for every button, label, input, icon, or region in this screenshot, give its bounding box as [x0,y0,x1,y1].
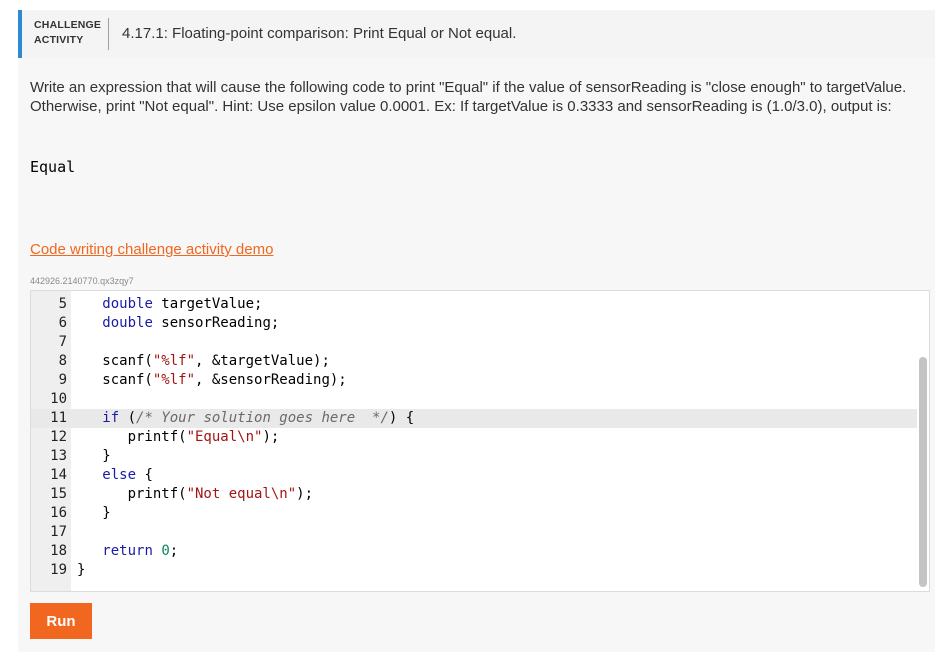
code-line[interactable]: 10 [31,390,917,409]
instructions-text: Write an expression that will cause the … [30,78,910,116]
code-line[interactable]: 11 if (/* Your solution goes here */) { [31,409,917,428]
header-divider [108,18,109,50]
code-text[interactable]: if (/* Your solution goes here */) { [77,409,414,428]
editor-scrollbar[interactable] [919,357,927,587]
code-line[interactable]: 19} [31,561,917,580]
code-line[interactable]: 5 double targetValue; [31,295,917,314]
activity-type-line1: CHALLENGE [34,18,101,33]
line-number: 10 [31,390,67,409]
code-text[interactable]: scanf("%lf", &targetValue); [77,352,330,371]
code-text[interactable]: double sensorReading; [77,314,279,333]
activity-id: 442926.2140770.qx3zqy7 [30,276,134,286]
run-button[interactable]: Run [30,603,92,639]
challenge-activity-page: CHALLENGE ACTIVITY 4.17.1: Floating-poin… [0,0,935,652]
line-number: 5 [31,295,67,314]
code-text[interactable]: } [77,504,111,523]
activity-type-line2: ACTIVITY [34,33,101,48]
demo-link[interactable]: Code writing challenge activity demo [30,241,273,258]
line-number: 13 [31,447,67,466]
line-number: 15 [31,485,67,504]
code-text[interactable]: return 0; [77,542,178,561]
code-text[interactable]: else { [77,466,153,485]
line-number: 8 [31,352,67,371]
code-text[interactable]: double targetValue; [77,295,262,314]
code-text[interactable]: } [77,561,85,580]
code-line[interactable]: 9 scanf("%lf", &sensorReading); [31,371,917,390]
activity-header: CHALLENGE ACTIVITY 4.17.1: Floating-poin… [18,10,935,58]
line-number: 18 [31,542,67,561]
code-line[interactable]: 17 [31,523,917,542]
line-number: 9 [31,371,67,390]
line-number: 12 [31,428,67,447]
code-line[interactable]: 7 [31,333,917,352]
code-text[interactable]: printf("Not equal\n"); [77,485,313,504]
line-number: 17 [31,523,67,542]
code-text[interactable]: } [77,447,111,466]
code-line[interactable]: 14 else { [31,466,917,485]
activity-content-panel: Write an expression that will cause the … [18,58,935,652]
code-line[interactable]: 8 scanf("%lf", &targetValue); [31,352,917,371]
example-output: Equal [30,158,75,176]
activity-title: 4.17.1: Floating-point comparison: Print… [122,25,516,42]
line-number: 19 [31,561,67,580]
line-number: 16 [31,504,67,523]
activity-type-label: CHALLENGE ACTIVITY [34,18,101,48]
code-lines[interactable]: 5 double targetValue;6 double sensorRead… [31,295,917,580]
line-number: 6 [31,314,67,333]
code-text[interactable]: printf("Equal\n"); [77,428,279,447]
code-line[interactable]: 18 return 0; [31,542,917,561]
code-line[interactable]: 6 double sensorReading; [31,314,917,333]
code-line[interactable]: 12 printf("Equal\n"); [31,428,917,447]
code-line[interactable]: 13 } [31,447,917,466]
code-line[interactable]: 15 printf("Not equal\n"); [31,485,917,504]
line-number: 7 [31,333,67,352]
code-editor[interactable]: 5 double targetValue;6 double sensorRead… [30,290,930,592]
code-text[interactable]: scanf("%lf", &sensorReading); [77,371,347,390]
line-number: 14 [31,466,67,485]
code-line[interactable]: 16 } [31,504,917,523]
line-number: 11 [31,409,67,428]
